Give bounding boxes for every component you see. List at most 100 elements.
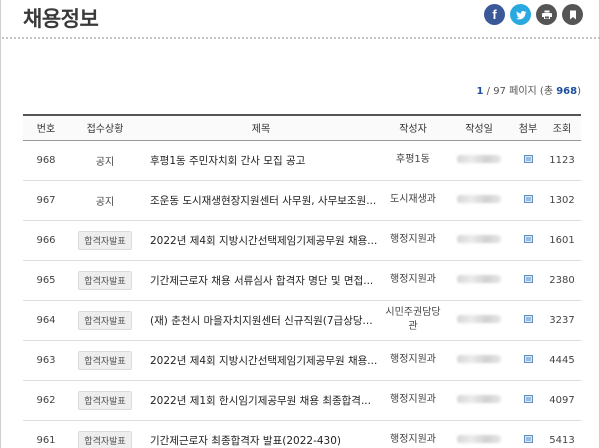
row-author: 행정지원과 [381,420,445,448]
printer-icon [541,10,552,19]
row-attachment [513,340,543,381]
status-badge: 합격자발표 [78,310,132,330]
blurred-date [457,234,501,243]
status-text: 공지 [95,156,115,168]
blurred-date [457,274,501,283]
status-badge: 합격자발표 [78,350,132,370]
row-attachment [513,140,543,181]
row-attachment [513,420,543,448]
row-title-link[interactable]: 2022년 제4회 지방시간선택제임기제공무원 채용... [141,220,381,261]
row-date [445,380,513,421]
row-author: 행정지원과 [381,260,445,301]
current-page: 1 [476,86,484,97]
row-date [445,180,513,221]
row-title-link[interactable]: (재) 춘천시 마을자치지원센터 신규직원(7급상당... [141,300,381,341]
table-row[interactable]: 963 합격자발표 2022년 제4회 지방시간선택제임기제공무원 채용... 행정지… [23,340,581,381]
row-author: 행정지원과 [381,380,445,421]
header-attach: 첨부 [513,114,543,141]
blurred-date [457,394,501,403]
facebook-icon: f [492,7,497,22]
row-status: 공지 [69,180,141,221]
attachment-icon[interactable] [523,154,533,163]
row-attachment [513,220,543,261]
attachment-icon[interactable] [523,274,533,283]
header-views: 조회 [543,114,581,141]
row-status: 공지 [69,140,141,181]
attachment-icon[interactable] [523,234,533,243]
table-row[interactable]: 962 합격자발표 2022년 제1회 한시임기제공무원 채용 최종합격... 행정지… [23,380,581,421]
attachment-icon[interactable] [523,314,533,323]
row-title-link[interactable]: 2022년 제4회 지방시간선택제임기제공무원 채용... [141,340,381,381]
table-row[interactable]: 965 합격자발표 기간제근로자 채용 서류심사 합격자 명단 및 면접... 행정지… [23,260,581,301]
print-button[interactable] [536,4,557,25]
attachment-icon[interactable] [523,194,533,203]
row-views: 3237 [543,300,581,341]
row-title-link[interactable]: 후평1동 주민자치회 간사 모집 공고 [141,140,381,181]
blurred-date [457,314,501,323]
row-views: 5413 [543,420,581,448]
dotted-divider [1,36,600,40]
row-date [445,140,513,181]
row-number: 962 [23,380,69,421]
status-badge: 합격자발표 [78,270,132,290]
row-status: 합격자발표 [69,420,141,448]
status-badge: 합격자발표 [78,230,132,250]
bookmark-button[interactable] [562,4,583,25]
row-views: 1123 [543,140,581,181]
table-row[interactable]: 961 합격자발표 기간제근로자 최종합격자 발표(2022-430) 행정지원과 54… [23,420,581,448]
table-header-row: 번호 접수상황 제목 작성자 작성일 첨부 조회 [23,114,581,141]
blurred-date [457,154,501,163]
row-title-link[interactable]: 기간제근로자 최종합격자 발표(2022-430) [141,420,381,448]
count-prefix: (총 [539,86,554,97]
header-author: 작성자 [381,114,445,141]
facebook-share-button[interactable]: f [484,4,505,25]
twitter-share-button[interactable] [510,4,531,25]
status-text: 공지 [95,196,115,208]
total-pages: 97 [493,86,506,97]
page-title: 채용정보 [23,7,99,31]
attachment-icon[interactable] [523,434,533,443]
row-number: 965 [23,260,69,301]
row-author: 시민주권담당관 [381,300,445,341]
row-status: 합격자발표 [69,300,141,341]
row-status: 합격자발표 [69,380,141,421]
table-row[interactable]: 968 공지 후평1동 주민자치회 간사 모집 공고 후평1동 1123 [23,140,581,181]
row-title-link[interactable]: 조운동 도시재생현장지원센터 사무원, 사무보조원... [141,180,381,221]
row-date [445,420,513,448]
job-posting-table: 번호 접수상황 제목 작성자 작성일 첨부 조회 968 공지 후평1동 주민자치회… [23,114,581,448]
row-number: 967 [23,180,69,221]
row-views: 4097 [543,380,581,421]
attachment-icon[interactable] [523,354,533,363]
bookmark-icon [569,10,576,19]
row-number: 963 [23,340,69,381]
row-number: 966 [23,220,69,261]
row-number: 961 [23,420,69,448]
attachment-icon[interactable] [523,394,533,403]
row-attachment [513,180,543,221]
status-badge: 합격자발표 [78,430,132,448]
row-number: 964 [23,300,69,341]
row-author: 행정지원과 [381,340,445,381]
table-row[interactable]: 967 공지 조운동 도시재생현장지원센터 사무원, 사무보조원... 도시재생과 13… [23,180,581,221]
row-number: 968 [23,140,69,181]
share-buttons: f [484,4,583,25]
row-date [445,220,513,261]
row-attachment [513,300,543,341]
row-title-link[interactable]: 2022년 제1회 한시임기제공무원 채용 최종합격... [141,380,381,421]
table-row[interactable]: 964 합격자발표 (재) 춘천시 마을자치지원센터 신규직원(7급상당... 시민주… [23,300,581,341]
page-separator: / [486,86,491,97]
table-row[interactable]: 966 합격자발표 2022년 제4회 지방시간선택제임기제공무원 채용... 행정지… [23,220,581,261]
count-suffix: ) [577,86,581,97]
row-author: 행정지원과 [381,220,445,261]
row-status: 합격자발표 [69,340,141,381]
row-attachment [513,260,543,301]
pages-label: 페이지 [509,86,537,97]
header-status: 접수상황 [69,114,141,141]
blurred-date [457,434,501,443]
row-date [445,340,513,381]
row-views: 4445 [543,340,581,381]
row-attachment [513,380,543,421]
row-status: 합격자발표 [69,220,141,261]
row-date [445,300,513,341]
row-title-link[interactable]: 기간제근로자 채용 서류심사 합격자 명단 및 면접... [141,260,381,301]
